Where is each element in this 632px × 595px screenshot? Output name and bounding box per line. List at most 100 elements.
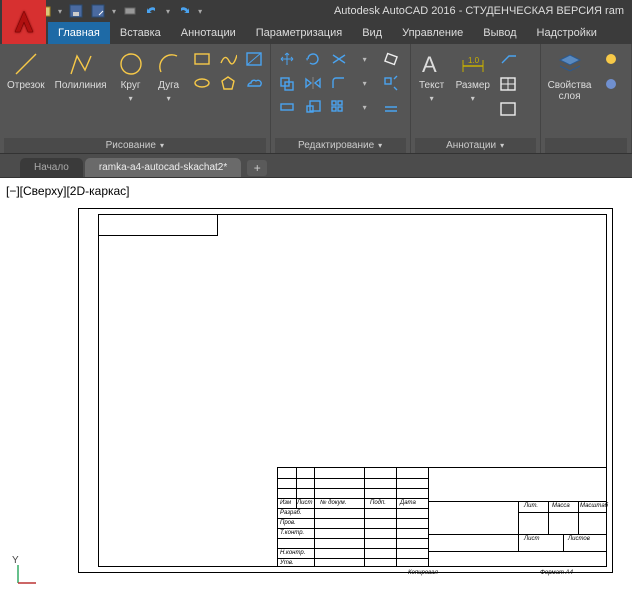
line-button[interactable]: Отрезок — [4, 48, 48, 93]
panel-annot-title[interactable]: Аннотации ▾ — [415, 138, 536, 153]
drawing-area[interactable]: [−][Сверху][2D-каркас] — [0, 178, 632, 595]
chevron-down-icon: ▾ — [471, 94, 475, 103]
new-tab-button[interactable]: + — [247, 160, 267, 176]
leader-button[interactable] — [497, 48, 521, 70]
chevron-down-icon: ▾ — [378, 141, 382, 150]
tab-output[interactable]: Вывод — [473, 22, 526, 44]
mtext-button[interactable] — [497, 98, 521, 120]
save-icon[interactable] — [68, 3, 84, 19]
chevron-down-icon: ▾ — [430, 94, 434, 103]
polygon-button[interactable] — [216, 72, 240, 94]
sheet: Изм Лист № докум. Подп. Дата Разраб. Про… — [78, 208, 613, 573]
polyline-label: Полилиния — [55, 80, 107, 91]
chevron-down-icon[interactable]: ▾ — [112, 7, 116, 16]
chevron-down-icon: ▾ — [500, 141, 504, 150]
tb-izm: Изм — [280, 500, 291, 506]
tb-nkontr: Н.контр. — [280, 550, 305, 556]
tb-list: Лист — [297, 500, 312, 506]
ribbon: Отрезок Полилиния Круг ▾ Дуга ▾ — [0, 44, 632, 154]
svg-text:1.0: 1.0 — [468, 56, 480, 65]
panel-title-text: Аннотации — [446, 140, 496, 151]
panel-title-text: Рисование — [106, 140, 156, 151]
tab-manage[interactable]: Управление — [392, 22, 473, 44]
extend-chev[interactable]: ▾ — [353, 48, 377, 70]
trim-button[interactable] — [327, 48, 351, 70]
text-label: Текст — [419, 80, 444, 91]
stretch-button[interactable] — [275, 96, 299, 118]
rectangle-button[interactable] — [190, 48, 214, 70]
doctab-start[interactable]: Начало — [20, 158, 83, 177]
circle-icon — [117, 50, 145, 78]
footer-copied: Копировал — [408, 570, 438, 576]
panel-draw-title[interactable]: Рисование ▾ — [4, 138, 266, 153]
text-icon: A — [418, 50, 446, 78]
dimension-button[interactable]: 1.0 Размер ▾ — [453, 48, 493, 105]
scale-button[interactable] — [301, 96, 325, 118]
offset-button[interactable] — [379, 96, 403, 118]
footer-format: Формат A4 — [540, 570, 573, 576]
fillet-chev[interactable]: ▾ — [353, 72, 377, 94]
app-menu-button[interactable] — [2, 0, 46, 44]
dimension-icon: 1.0 — [459, 50, 487, 78]
panel-annotation: A Текст ▾ 1.0 Размер ▾ Аннотации ▾ — [411, 44, 541, 153]
layer-on-button[interactable] — [599, 48, 623, 70]
tb-massa: Масса — [552, 503, 570, 509]
chevron-down-icon[interactable]: ▾ — [58, 7, 62, 16]
polyline-button[interactable]: Полилиния — [52, 48, 110, 93]
layer-properties-label: Свойства слоя — [548, 80, 592, 102]
mirror-button[interactable] — [301, 72, 325, 94]
arc-label: Дуга — [158, 80, 179, 91]
layer-properties-icon — [556, 50, 584, 78]
app-title: Autodesk AutoCAD 2016 - СТУДЕНЧЕСКАЯ ВЕР… — [334, 5, 628, 17]
panel-draw: Отрезок Полилиния Круг ▾ Дуга ▾ — [0, 44, 271, 153]
tb-tkontr: Т.контр. — [280, 530, 304, 536]
text-button[interactable]: A Текст ▾ — [415, 48, 449, 105]
chevron-down-icon[interactable]: ▾ — [198, 7, 202, 16]
tb-podp: Подп. — [370, 500, 386, 506]
fillet-button[interactable] — [327, 72, 351, 94]
hatch-button[interactable] — [242, 48, 266, 70]
tab-home[interactable]: Главная — [48, 22, 110, 44]
table-button[interactable] — [497, 73, 521, 95]
chevron-down-icon: ▾ — [160, 141, 164, 150]
line-label: Отрезок — [7, 80, 45, 91]
arc-icon — [155, 50, 183, 78]
rotate-button[interactable] — [301, 48, 325, 70]
explode-button[interactable] — [379, 72, 403, 94]
tb-listov: Листов — [568, 536, 590, 542]
erase-button[interactable] — [379, 48, 403, 70]
layer-freeze-button[interactable] — [599, 73, 623, 95]
panel-modify-title[interactable]: Редактирование ▾ — [275, 138, 406, 153]
chevron-down-icon[interactable]: ▾ — [166, 7, 170, 16]
ellipse-button[interactable] — [190, 72, 214, 94]
chevron-down-icon: ▾ — [167, 94, 171, 103]
spline-button[interactable] — [216, 48, 240, 70]
tab-view[interactable]: Вид — [352, 22, 392, 44]
tb-prov: Пров. — [280, 520, 296, 526]
tb-razrab: Разраб. — [280, 510, 302, 516]
arc-button[interactable]: Дуга ▾ — [152, 48, 186, 105]
tb-docnum: № докум. — [320, 500, 346, 506]
move-button[interactable] — [275, 48, 299, 70]
cloud-button[interactable] — [242, 72, 266, 94]
tab-insert[interactable]: Вставка — [110, 22, 171, 44]
plot-icon[interactable] — [122, 3, 138, 19]
tab-annotate[interactable]: Аннотации — [171, 22, 246, 44]
dimension-label: Размер — [456, 80, 490, 91]
array-button[interactable] — [327, 96, 351, 118]
saveas-icon[interactable] — [90, 3, 106, 19]
panel-layers-title[interactable] — [545, 138, 627, 153]
viewport-controls[interactable]: [−][Сверху][2D-каркас] — [6, 184, 130, 198]
title-block: Изм Лист № докум. Подп. Дата Разраб. Про… — [277, 467, 607, 567]
array-chev[interactable]: ▾ — [353, 96, 377, 118]
copy-button[interactable] — [275, 72, 299, 94]
tb-utv: Утв. — [280, 560, 294, 566]
layer-properties-button[interactable]: Свойства слоя — [545, 48, 595, 104]
doctab-file[interactable]: ramka-a4-autocad-skachat2* — [85, 158, 241, 177]
tb-list2: Лист — [524, 536, 539, 542]
redo-icon[interactable] — [176, 3, 192, 19]
tab-parametric[interactable]: Параметризация — [246, 22, 352, 44]
circle-button[interactable]: Круг ▾ — [114, 48, 148, 105]
tab-addins[interactable]: Надстройки — [527, 22, 607, 44]
undo-icon[interactable] — [144, 3, 160, 19]
